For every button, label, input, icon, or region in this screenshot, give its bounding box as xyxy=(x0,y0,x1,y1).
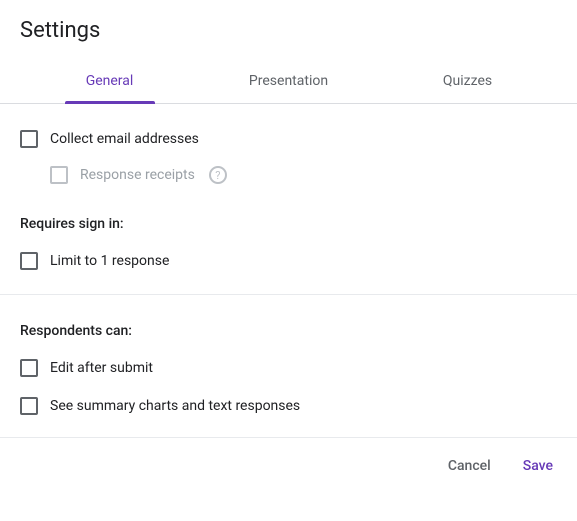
checkbox-response-receipts xyxy=(50,166,68,184)
checkbox-see-summary[interactable] xyxy=(20,397,38,415)
page-title: Settings xyxy=(20,18,557,43)
checkbox-limit-one[interactable] xyxy=(20,252,38,270)
checkbox-collect-email[interactable] xyxy=(20,130,38,148)
tab-quizzes[interactable]: Quizzes xyxy=(378,61,557,103)
dialog-actions: Cancel Save xyxy=(0,438,577,494)
checkbox-edit-after[interactable] xyxy=(20,359,38,377)
help-icon[interactable]: ? xyxy=(209,166,227,184)
section-requires-signin: Requires sign in: xyxy=(20,216,557,232)
label-response-receipts: Response receipts xyxy=(80,167,195,183)
tab-presentation[interactable]: Presentation xyxy=(199,61,378,103)
label-limit-one: Limit to 1 response xyxy=(50,253,169,269)
label-collect-email: Collect email addresses xyxy=(50,131,199,147)
label-see-summary: See summary charts and text responses xyxy=(50,398,300,414)
section-respondents-can: Respondents can: xyxy=(20,323,557,339)
divider xyxy=(0,294,577,295)
save-button[interactable]: Save xyxy=(517,452,559,480)
tab-general[interactable]: General xyxy=(20,61,199,103)
label-edit-after: Edit after submit xyxy=(50,360,153,376)
cancel-button[interactable]: Cancel xyxy=(442,452,497,480)
tabs-bar: General Presentation Quizzes xyxy=(0,61,577,104)
